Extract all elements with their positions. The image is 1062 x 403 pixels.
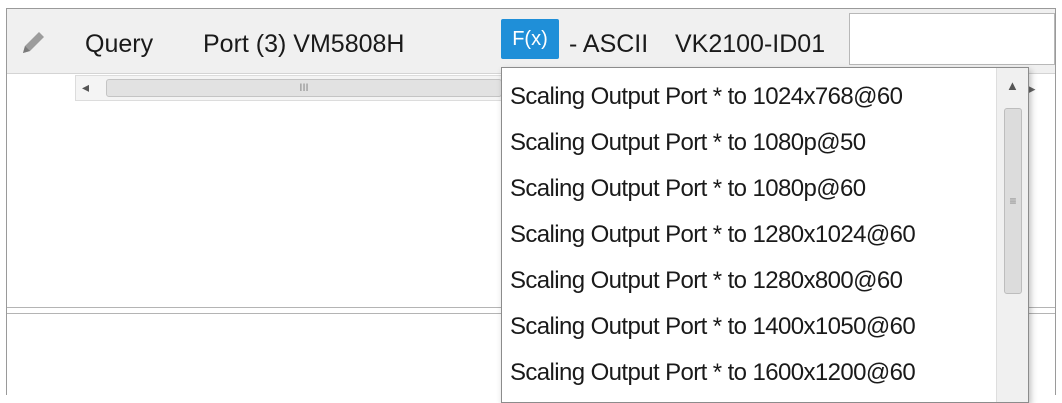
port-label[interactable]: Port (3) VM5808H xyxy=(203,29,404,59)
scroll-grip-icon: ≡ xyxy=(1009,194,1017,208)
dropdown-item[interactable]: Scaling Output Port * to 1080p@50 xyxy=(510,120,866,166)
dropdown-scroll-thumb[interactable]: ≡ xyxy=(1004,108,1022,294)
fx-button[interactable]: F(x) xyxy=(501,19,559,59)
dropdown-item[interactable]: Scaling Output Port * to 1280x1024@60 xyxy=(510,212,916,258)
mode-label: - ASCII xyxy=(569,30,649,58)
command-header-row: Query Port (3) VM5808H F(x) - ASCII VK21… xyxy=(7,9,1055,74)
dropdown-item[interactable]: Scaling Output Port * to 1400x1050@60 xyxy=(510,304,916,350)
scroll-grip-icon: III xyxy=(299,82,309,94)
dropdown-item[interactable]: Scaling Output Port * to 1280x800@60 xyxy=(510,258,903,304)
value-input[interactable] xyxy=(849,13,1055,65)
scroll-right-arrow-icon[interactable]: ▸ xyxy=(1029,81,1036,97)
dropdown-item[interactable]: Scaling Output Port * to 1080p@60 xyxy=(510,166,866,212)
dropdown-item[interactable]: Scaling Output Port * to 1024x768@60 xyxy=(510,74,903,120)
dropdown-item[interactable]: Scaling Output Port * to 1600x1200@60 xyxy=(510,350,916,396)
scroll-left-arrow-icon[interactable]: ◂ xyxy=(82,79,89,96)
dropdown-vertical-scrollbar[interactable]: ▲ ≡ xyxy=(996,68,1028,402)
pencil-icon[interactable] xyxy=(17,27,49,59)
command-editor-panel: Query Port (3) VM5808H F(x) - ASCII VK21… xyxy=(6,8,1056,403)
fx-command-dropdown: Scaling Output Port * to 1024x768@60 Sca… xyxy=(501,67,1029,403)
query-label[interactable]: Query xyxy=(85,29,153,59)
device-label[interactable]: VK2100-ID01 xyxy=(675,29,825,59)
horizontal-scrollbar[interactable]: ◂ III xyxy=(75,75,505,101)
scroll-up-arrow-icon[interactable]: ▲ xyxy=(1006,78,1019,93)
horizontal-scroll-thumb[interactable]: III xyxy=(106,79,502,97)
